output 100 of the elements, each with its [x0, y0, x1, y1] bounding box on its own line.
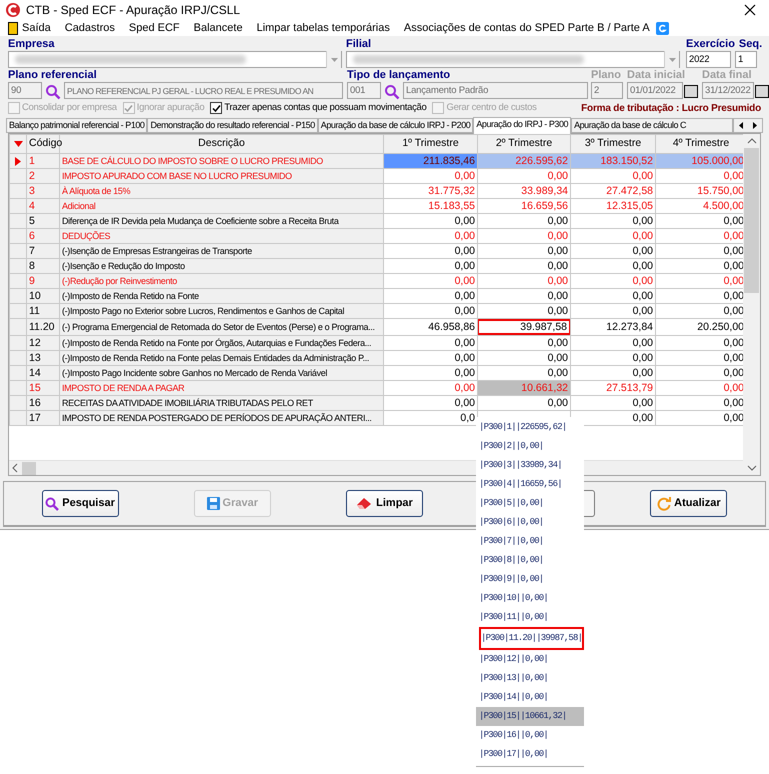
input-field[interactable]: 001: [347, 82, 381, 99]
table-cell[interactable]: 0,00: [384, 304, 478, 318]
menu-item[interactable]: Sped ECF: [128, 20, 180, 36]
table-cell[interactable]: 27.472,58: [570, 184, 656, 198]
table-cell[interactable]: 0,00: [570, 244, 656, 258]
input-field[interactable]: 1: [735, 51, 757, 68]
table-cell: (-) Programa Emergencial de Retomada do Setor de Eventos (Perse) e o Programa...: [60, 318, 384, 336]
table-cell[interactable]: 31.775,32: [384, 184, 478, 198]
table-cell[interactable]: 27.513,79: [570, 380, 656, 396]
input-field[interactable]: 2022: [686, 51, 731, 68]
table-cell[interactable]: 0,00: [384, 258, 478, 274]
table-cell[interactable]: 33.989,34: [478, 184, 570, 198]
table-cell[interactable]: 0,00: [478, 396, 570, 410]
table-cell[interactable]: 0,00: [384, 214, 478, 228]
table-cell: 5: [26, 214, 60, 228]
tax-regime-label: Forma de tributação : Lucro Presumido: [581, 102, 761, 116]
menu-item[interactable]: Balancete: [194, 20, 243, 36]
action-button[interactable]: Pesquisar: [42, 490, 119, 517]
input-field[interactable]: 01/01/2022: [627, 82, 683, 99]
table-cell[interactable]: 0,00: [478, 214, 570, 228]
table-cell[interactable]: 12.273,84: [570, 318, 656, 336]
column-header[interactable]: 2º Trimestre: [478, 134, 570, 154]
table-cell: IMPOSTO APURADO COM BASE NO LUCRO PRESUMIDO: [60, 168, 384, 184]
table-cell: IMPOSTO DE RENDA A PAGAR: [60, 380, 384, 396]
table-cell[interactable]: 0,00: [570, 366, 656, 380]
table-cell: 11: [26, 304, 60, 318]
export-line: |P300|16||0,00|: [479, 729, 548, 742]
table-cell[interactable]: 0,00: [384, 396, 478, 410]
table-cell[interactable]: 0,00: [478, 288, 570, 304]
table-cell: 16: [26, 396, 60, 410]
table-cell[interactable]: 0,00: [570, 336, 656, 350]
tab[interactable]: Demonstração do resultado referencial - P150: [147, 118, 318, 133]
menu-item[interactable]: Cadastros: [64, 20, 115, 36]
input-field[interactable]: Lançamento Padrão: [403, 82, 588, 99]
tab[interactable]: Apuração do IRPJ - P300: [473, 117, 572, 134]
action-button[interactable]: Limpar: [346, 490, 423, 517]
table-cell[interactable]: 0,00: [384, 380, 478, 396]
tab[interactable]: Apuração da base de cálculo C: [571, 118, 733, 133]
column-header[interactable]: 3º Trimestre: [570, 134, 656, 154]
input-field[interactable]: PLANO REFERENCIAL PJ GERAL - LUCRO REAL E PRESUMIDO AN: [64, 82, 343, 99]
menu-item[interactable]: Limpar tabelas temporárias: [256, 20, 390, 36]
table-cell: (-)Imposto Pago Incidente sobre Ganhos no Mercado de Renda Variável: [60, 366, 384, 380]
table-cell[interactable]: 0,00: [478, 244, 570, 258]
table-cell[interactable]: 12.315,05: [570, 198, 656, 214]
table-cell: 2: [26, 168, 60, 184]
table-cell: (-)Imposto Pago no Exterior sobre Lucros, Rendimentos e Ganhos de Capital: [60, 304, 384, 318]
table-cell[interactable]: 46.958,86: [384, 318, 478, 336]
table-cell[interactable]: 0,00: [384, 274, 478, 288]
table-cell: 15: [26, 380, 60, 396]
export-line: |P300|4||16659,56|: [479, 478, 562, 491]
input-field[interactable]: 2: [591, 82, 623, 99]
table-cell[interactable]: 0,00: [478, 168, 570, 184]
export-line: |P300|8||0,00|: [479, 554, 544, 567]
table-cell[interactable]: 0,00: [478, 336, 570, 350]
table-cell: 12: [26, 336, 60, 350]
table-cell[interactable]: 0,00: [570, 396, 656, 410]
table-cell: À Alíquota de 15%: [60, 184, 384, 198]
table-cell[interactable]: 0,00: [384, 350, 478, 366]
table-cell: 7: [26, 244, 60, 258]
table-cell[interactable]: 0,00: [570, 350, 656, 366]
table-cell[interactable]: 211.835,46: [384, 154, 478, 168]
table-cell[interactable]: 0,00: [570, 228, 656, 244]
table-cell: 9: [26, 274, 60, 288]
table-cell[interactable]: 0,00: [384, 168, 478, 184]
tab[interactable]: Apuração da base de cálculo IRPJ - P200: [318, 118, 474, 133]
checkbox-label: Gerar centro de custos: [446, 100, 537, 115]
table-cell[interactable]: 0,00: [478, 350, 570, 366]
action-button[interactable]: Atualizar: [650, 490, 728, 517]
table-cell[interactable]: 0,00: [570, 168, 656, 184]
field-label: Plano referencial: [8, 69, 98, 82]
table-cell[interactable]: 0,00: [384, 336, 478, 350]
export-line: |P300|1||226595,62|: [479, 421, 566, 434]
table-cell[interactable]: 0,00: [384, 366, 478, 380]
export-line: |P300|17||0,00|: [479, 748, 548, 761]
table-cell[interactable]: 0,00: [384, 244, 478, 258]
table-cell: 8: [26, 258, 60, 274]
input-field[interactable]: 31/12/2022: [702, 82, 754, 99]
export-line: |P300|11||0,00|: [479, 611, 548, 624]
table-cell[interactable]: 15.183,55: [384, 198, 478, 214]
table-cell: Diferença de IR Devida pela Mudança de Coeficiente sobre a Receita Bruta: [60, 214, 384, 228]
table-cell[interactable]: 0,00: [570, 214, 656, 228]
table-cell[interactable]: 0,00: [478, 274, 570, 288]
table-cell[interactable]: 0,00: [570, 288, 656, 304]
table-cell[interactable]: 0,00: [570, 258, 656, 274]
input-field[interactable]: 90: [8, 82, 42, 99]
menu-item[interactable]: Saída: [22, 20, 51, 36]
field-label: Empresa: [8, 38, 56, 51]
table-cell[interactable]: 0,00: [478, 304, 570, 318]
table-cell[interactable]: 0,00: [570, 274, 656, 288]
table-cell[interactable]: 0,00: [384, 228, 478, 244]
table-cell[interactable]: 39.987,58: [477, 319, 571, 335]
table-cell[interactable]: 0,00: [384, 288, 478, 304]
tab[interactable]: Balanço patrimonial referencial - P100: [6, 118, 148, 133]
export-line: |P300|10||0,00|: [479, 592, 548, 605]
table-cell[interactable]: 0,00: [570, 304, 656, 318]
menu-item[interactable]: Associações de contas do SPED Parte B / Parte A: [404, 20, 650, 36]
table-cell[interactable]: 0,00: [478, 228, 570, 244]
column-header[interactable]: 1º Trimestre: [384, 134, 478, 154]
table-cell[interactable]: 0,00: [478, 258, 570, 274]
table-cell[interactable]: 16.659,56: [478, 198, 570, 214]
